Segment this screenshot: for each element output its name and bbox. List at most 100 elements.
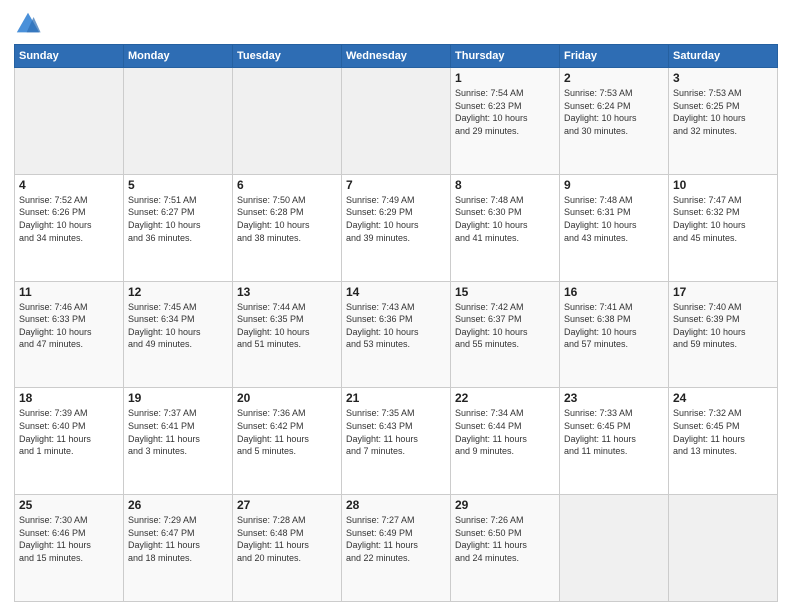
calendar-cell: 13 Sunrise: 7:44 AM Sunset: 6:35 PM Dayli… [233, 281, 342, 388]
calendar-cell: 20 Sunrise: 7:36 AM Sunset: 6:42 PM Dayli… [233, 388, 342, 495]
calendar-cell [342, 68, 451, 175]
calendar-cell: 14 Sunrise: 7:43 AM Sunset: 6:36 PM Dayli… [342, 281, 451, 388]
day-number: 3 [673, 71, 773, 85]
calendar-cell [15, 68, 124, 175]
day-info: Sunrise: 7:37 AM Sunset: 6:41 PM Dayligh… [128, 407, 228, 457]
day-number: 20 [237, 391, 337, 405]
calendar-cell: 8 Sunrise: 7:48 AM Sunset: 6:30 PM Daylig… [451, 174, 560, 281]
day-number: 27 [237, 498, 337, 512]
calendar-week-2: 4 Sunrise: 7:52 AM Sunset: 6:26 PM Daylig… [15, 174, 778, 281]
day-number: 1 [455, 71, 555, 85]
calendar-cell [669, 495, 778, 602]
calendar-cell [233, 68, 342, 175]
day-number: 29 [455, 498, 555, 512]
calendar-cell: 7 Sunrise: 7:49 AM Sunset: 6:29 PM Daylig… [342, 174, 451, 281]
header [14, 10, 778, 38]
day-info: Sunrise: 7:30 AM Sunset: 6:46 PM Dayligh… [19, 514, 119, 564]
day-number: 10 [673, 178, 773, 192]
day-info: Sunrise: 7:43 AM Sunset: 6:36 PM Dayligh… [346, 301, 446, 351]
day-number: 4 [19, 178, 119, 192]
day-info: Sunrise: 7:42 AM Sunset: 6:37 PM Dayligh… [455, 301, 555, 351]
day-info: Sunrise: 7:28 AM Sunset: 6:48 PM Dayligh… [237, 514, 337, 564]
logo-icon [14, 10, 42, 38]
day-number: 2 [564, 71, 664, 85]
day-info: Sunrise: 7:27 AM Sunset: 6:49 PM Dayligh… [346, 514, 446, 564]
calendar-cell [560, 495, 669, 602]
day-number: 14 [346, 285, 446, 299]
calendar-cell: 15 Sunrise: 7:42 AM Sunset: 6:37 PM Dayli… [451, 281, 560, 388]
day-info: Sunrise: 7:48 AM Sunset: 6:31 PM Dayligh… [564, 194, 664, 244]
day-info: Sunrise: 7:49 AM Sunset: 6:29 PM Dayligh… [346, 194, 446, 244]
header-day-thursday: Thursday [451, 45, 560, 68]
day-number: 7 [346, 178, 446, 192]
day-number: 26 [128, 498, 228, 512]
calendar-week-5: 25 Sunrise: 7:30 AM Sunset: 6:46 PM Dayli… [15, 495, 778, 602]
calendar-cell: 23 Sunrise: 7:33 AM Sunset: 6:45 PM Dayli… [560, 388, 669, 495]
calendar-cell: 17 Sunrise: 7:40 AM Sunset: 6:39 PM Dayli… [669, 281, 778, 388]
calendar-cell: 10 Sunrise: 7:47 AM Sunset: 6:32 PM Dayli… [669, 174, 778, 281]
day-info: Sunrise: 7:36 AM Sunset: 6:42 PM Dayligh… [237, 407, 337, 457]
calendar-cell: 2 Sunrise: 7:53 AM Sunset: 6:24 PM Daylig… [560, 68, 669, 175]
calendar-cell: 25 Sunrise: 7:30 AM Sunset: 6:46 PM Dayli… [15, 495, 124, 602]
calendar-cell: 28Sunrise: 7:27 AM Sunset: 6:49 PM Dayli… [342, 495, 451, 602]
day-info: Sunrise: 7:53 AM Sunset: 6:25 PM Dayligh… [673, 87, 773, 137]
calendar-cell: 12 Sunrise: 7:45 AM Sunset: 6:34 PM Dayli… [124, 281, 233, 388]
day-info: Sunrise: 7:39 AM Sunset: 6:40 PM Dayligh… [19, 407, 119, 457]
day-number: 15 [455, 285, 555, 299]
header-day-tuesday: Tuesday [233, 45, 342, 68]
logo [14, 10, 46, 38]
header-day-wednesday: Wednesday [342, 45, 451, 68]
day-info: Sunrise: 7:53 AM Sunset: 6:24 PM Dayligh… [564, 87, 664, 137]
day-info: Sunrise: 7:52 AM Sunset: 6:26 PM Dayligh… [19, 194, 119, 244]
day-info: Sunrise: 7:29 AM Sunset: 6:47 PM Dayligh… [128, 514, 228, 564]
calendar-cell: 26 Sunrise: 7:29 AM Sunset: 6:47 PM Dayli… [124, 495, 233, 602]
day-info: Sunrise: 7:54 AM Sunset: 6:23 PM Dayligh… [455, 87, 555, 137]
header-day-sunday: Sunday [15, 45, 124, 68]
day-info: Sunrise: 7:47 AM Sunset: 6:32 PM Dayligh… [673, 194, 773, 244]
calendar-cell: 3 Sunrise: 7:53 AM Sunset: 6:25 PM Daylig… [669, 68, 778, 175]
calendar-cell: 16 Sunrise: 7:41 AM Sunset: 6:38 PM Dayli… [560, 281, 669, 388]
day-number: 6 [237, 178, 337, 192]
calendar-week-4: 18 Sunrise: 7:39 AM Sunset: 6:40 PM Dayli… [15, 388, 778, 495]
day-number: 13 [237, 285, 337, 299]
day-info: Sunrise: 7:32 AM Sunset: 6:45 PM Dayligh… [673, 407, 773, 457]
calendar-cell: 22 Sunrise: 7:34 AM Sunset: 6:44 PM Dayli… [451, 388, 560, 495]
calendar-cell: 9 Sunrise: 7:48 AM Sunset: 6:31 PM Daylig… [560, 174, 669, 281]
day-number: 24 [673, 391, 773, 405]
day-info: Sunrise: 7:34 AM Sunset: 6:44 PM Dayligh… [455, 407, 555, 457]
day-number: 8 [455, 178, 555, 192]
day-number: 12 [128, 285, 228, 299]
header-day-friday: Friday [560, 45, 669, 68]
day-number: 21 [346, 391, 446, 405]
day-number: 25 [19, 498, 119, 512]
day-info: Sunrise: 7:51 AM Sunset: 6:27 PM Dayligh… [128, 194, 228, 244]
day-number: 19 [128, 391, 228, 405]
day-info: Sunrise: 7:44 AM Sunset: 6:35 PM Dayligh… [237, 301, 337, 351]
calendar-table: SundayMondayTuesdayWednesdayThursdayFrid… [14, 44, 778, 602]
day-info: Sunrise: 7:45 AM Sunset: 6:34 PM Dayligh… [128, 301, 228, 351]
day-info: Sunrise: 7:35 AM Sunset: 6:43 PM Dayligh… [346, 407, 446, 457]
calendar-cell: 18 Sunrise: 7:39 AM Sunset: 6:40 PM Dayli… [15, 388, 124, 495]
page: SundayMondayTuesdayWednesdayThursdayFrid… [0, 0, 792, 612]
calendar-cell [124, 68, 233, 175]
calendar-cell: 11Sunrise: 7:46 AM Sunset: 6:33 PM Dayli… [15, 281, 124, 388]
day-number: 18 [19, 391, 119, 405]
calendar-cell: 27 Sunrise: 7:28 AM Sunset: 6:48 PM Dayli… [233, 495, 342, 602]
calendar-cell: 1 Sunrise: 7:54 AM Sunset: 6:23 PM Daylig… [451, 68, 560, 175]
day-info: Sunrise: 7:40 AM Sunset: 6:39 PM Dayligh… [673, 301, 773, 351]
calendar-cell: 6 Sunrise: 7:50 AM Sunset: 6:28 PM Daylig… [233, 174, 342, 281]
calendar-week-1: 1 Sunrise: 7:54 AM Sunset: 6:23 PM Daylig… [15, 68, 778, 175]
header-day-monday: Monday [124, 45, 233, 68]
header-day-saturday: Saturday [669, 45, 778, 68]
day-number: 22 [455, 391, 555, 405]
day-number: 9 [564, 178, 664, 192]
day-info: Sunrise: 7:48 AM Sunset: 6:30 PM Dayligh… [455, 194, 555, 244]
day-info: Sunrise: 7:50 AM Sunset: 6:28 PM Dayligh… [237, 194, 337, 244]
calendar-week-3: 11Sunrise: 7:46 AM Sunset: 6:33 PM Dayli… [15, 281, 778, 388]
day-number: 23 [564, 391, 664, 405]
day-info: Sunrise: 7:33 AM Sunset: 6:45 PM Dayligh… [564, 407, 664, 457]
day-number: 16 [564, 285, 664, 299]
day-info: Sunrise: 7:41 AM Sunset: 6:38 PM Dayligh… [564, 301, 664, 351]
day-number: 17 [673, 285, 773, 299]
calendar-cell: 29Sunrise: 7:26 AM Sunset: 6:50 PM Dayli… [451, 495, 560, 602]
